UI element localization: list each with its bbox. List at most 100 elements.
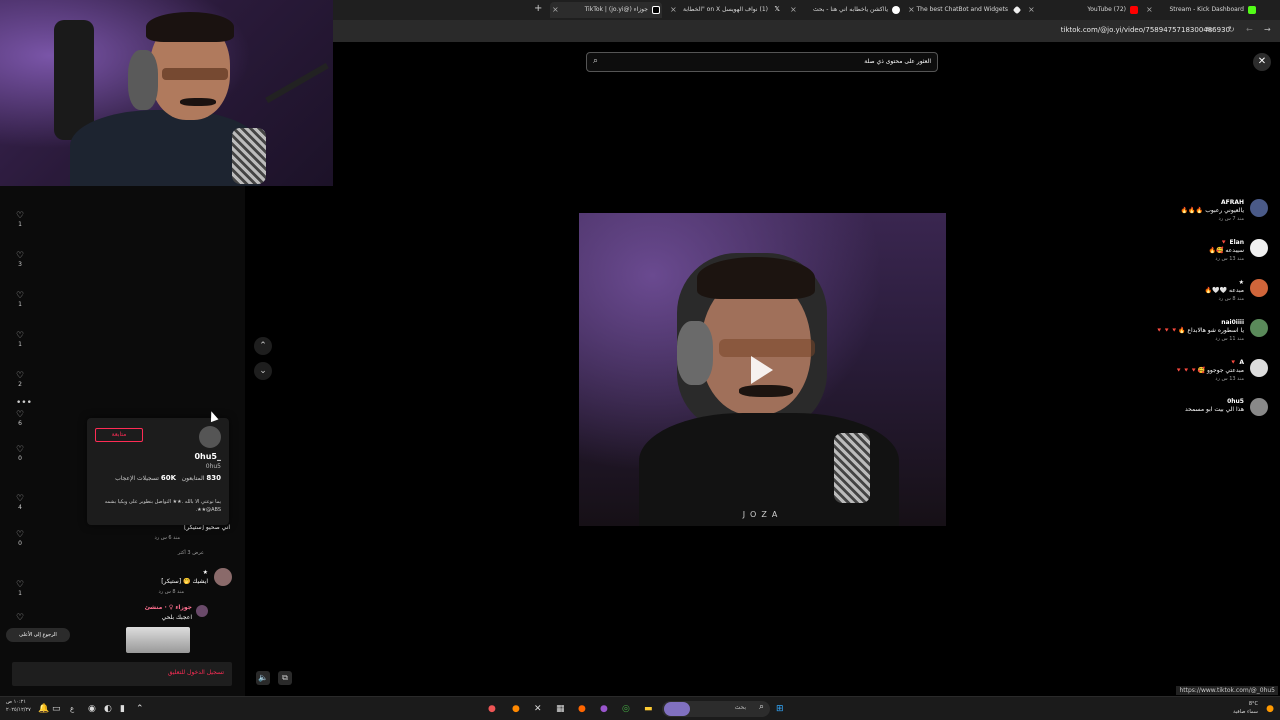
- close-tab-icon[interactable]: ×: [670, 2, 677, 18]
- avatar[interactable]: [214, 568, 232, 586]
- profile-username: 0hu5: [205, 463, 221, 470]
- url-field[interactable]: tiktok.com/@jo.yi/video/7589475718300486…: [1061, 26, 1230, 34]
- close-tab-icon[interactable]: ×: [1028, 2, 1035, 18]
- comment-image[interactable]: [126, 627, 190, 653]
- avatar[interactable]: [199, 426, 221, 448]
- clock[interactable]: ١٠:٢١ ص ٢٠٢٥/١٢/٢٧: [6, 698, 31, 714]
- like-button[interactable]: ♡ 0: [12, 530, 28, 547]
- reload-icon[interactable]: ↻: [1228, 25, 1235, 34]
- like-button[interactable]: ♡: [12, 613, 28, 623]
- commenter-name[interactable]: ★: [203, 569, 208, 576]
- like-button[interactable]: ♡ 1: [12, 331, 28, 348]
- like-count: 6: [18, 420, 22, 427]
- avatar[interactable]: [1250, 319, 1268, 337]
- like-button[interactable]: ♡ 1: [12, 291, 28, 308]
- comment-text: يا اسطوره شو هالابداع 🔥🔻🔻🔻: [1155, 327, 1244, 334]
- view-more-replies[interactable]: عرض 3 أكثر: [178, 550, 204, 556]
- avatar[interactable]: [1250, 398, 1268, 416]
- search-input[interactable]: ⌕ العثور على محتوى ذي صلة: [586, 52, 938, 72]
- app-icon-red[interactable]: ●: [488, 700, 496, 718]
- close-video-button[interactable]: ✕: [1253, 53, 1271, 71]
- close-tab-icon[interactable]: ×: [908, 2, 915, 18]
- profile-display-name[interactable]: 0hu5_: [194, 452, 221, 461]
- weather-desc: سماء صافية: [1233, 709, 1258, 715]
- close-tab-icon[interactable]: ×: [790, 2, 797, 18]
- like-count: 4: [18, 504, 22, 511]
- x-app-icon[interactable]: ✕: [534, 700, 542, 718]
- tab-label: Stream - Kick Dashboard: [1169, 6, 1244, 13]
- search-query: العثور على محتوى ذي صلة: [864, 58, 931, 65]
- like-button[interactable]: ♡ 4: [12, 494, 28, 511]
- commenter-name[interactable]: Elan 🔻: [1220, 239, 1244, 246]
- taskbar-search-input[interactable]: بحث ⌕: [662, 701, 770, 717]
- tab-tiktok[interactable]: × جوزاء (@jo.yi) | TikTok: [550, 2, 662, 18]
- weather-widget[interactable]: 8°C سماء صافية: [1233, 700, 1258, 716]
- avatar[interactable]: [1250, 279, 1268, 297]
- forward-icon[interactable]: →: [1264, 25, 1271, 34]
- back-to-top-button[interactable]: الرجوع إلى الأعلى: [6, 628, 70, 642]
- tab-x[interactable]: × (1) نواف الهويسل on X "الخطابة 𝕏: [668, 2, 782, 18]
- comment-time: منذ 8 س رد: [1218, 296, 1244, 302]
- more-options-icon[interactable]: •••: [16, 398, 32, 408]
- commenter-name[interactable]: ★: [1239, 279, 1244, 286]
- next-video-button[interactable]: ⌄: [254, 362, 272, 380]
- tab-chatbot[interactable]: × The best ChatBot and Widgets: [906, 2, 1022, 18]
- speaker-icon[interactable]: ◐: [104, 700, 112, 718]
- like-button[interactable]: ♡ 1: [12, 580, 28, 597]
- gaming-chair: [54, 20, 94, 140]
- network-icon[interactable]: ◉: [88, 700, 96, 718]
- search-icon[interactable]: ⌕: [593, 56, 598, 66]
- avatar[interactable]: [1250, 359, 1268, 377]
- like-button[interactable]: ♡ 1: [12, 211, 28, 228]
- volume-button[interactable]: 🔈: [256, 671, 270, 685]
- chrome-icon[interactable]: ◎: [622, 700, 630, 718]
- chevron-up-icon[interactable]: ⌃: [136, 700, 144, 718]
- commenter-name[interactable]: AFRAH: [1221, 199, 1244, 206]
- firefox-icon[interactable]: ●: [578, 700, 586, 718]
- login-prompt-text[interactable]: تسجيل الدخول للتعليق: [168, 669, 224, 676]
- app-icon-orange[interactable]: ●: [512, 700, 520, 718]
- notifications-icon[interactable]: 🔔: [38, 700, 49, 718]
- picture-in-picture-button[interactable]: ⧉: [278, 671, 292, 685]
- discord-icon[interactable]: ●: [600, 700, 608, 718]
- like-button[interactable]: ♡ 6: [12, 410, 28, 427]
- follow-button[interactable]: متابعة: [95, 428, 143, 442]
- like-button[interactable]: ♡ 3: [12, 251, 28, 268]
- site-settings-icon[interactable]: ⇆: [1206, 25, 1213, 34]
- desktop-icon[interactable]: ▭: [52, 700, 61, 718]
- tab-kick[interactable]: × Stream - Kick Dashboard: [1144, 2, 1258, 18]
- status-url-hint: https://www.tiktok.com/@_0hu5: [1176, 686, 1278, 695]
- close-tab-icon[interactable]: ×: [552, 2, 559, 18]
- list-item: A 🔻 مبدعتي جوجوو 🥰🔻🔻🔻 منذ 13 س رد: [1068, 359, 1268, 387]
- like-button[interactable]: ♡ 2: [12, 371, 28, 388]
- previous-video-button[interactable]: ⌃: [254, 337, 272, 355]
- battery-icon[interactable]: ▮: [120, 700, 125, 718]
- avatar[interactable]: [1250, 199, 1268, 217]
- avatar[interactable]: [1250, 239, 1268, 257]
- login-to-comment-bar[interactable]: تسجيل الدخول للتعليق: [12, 662, 232, 686]
- like-button[interactable]: ♡ 0: [12, 445, 28, 462]
- tab-youtube[interactable]: × (72) YouTube: [1026, 2, 1140, 18]
- commenter-name[interactable]: nai0iiii: [1221, 319, 1244, 326]
- like-count: 1: [18, 221, 22, 228]
- play-icon[interactable]: [751, 356, 773, 384]
- file-explorer-icon[interactable]: ▬: [644, 700, 653, 718]
- heart-icon: ♡: [15, 445, 25, 455]
- app-icon-grid[interactable]: ▦: [556, 700, 565, 718]
- avatar[interactable]: [196, 605, 208, 617]
- commenter-name[interactable]: 0hu5: [1227, 398, 1244, 405]
- back-icon[interactable]: ←: [1246, 25, 1253, 34]
- profile-bio: يما نوعتي الا بالله .★★ التواصل بنطوبر ع…: [104, 499, 221, 513]
- heart-icon: ♡: [15, 331, 25, 341]
- tab-google-search[interactable]: × يااكشن ياخطابه اني هنا - بحث: [788, 2, 902, 18]
- new-tab-icon[interactable]: +: [534, 3, 542, 14]
- commenter-name[interactable]: A 🔻: [1230, 359, 1244, 366]
- close-tab-icon[interactable]: ×: [1146, 2, 1153, 18]
- start-icon[interactable]: ⊞: [776, 700, 784, 718]
- comment-time: منذ 13 س رد: [1215, 376, 1244, 382]
- video-player[interactable]: JOZA: [579, 213, 946, 526]
- creator-name[interactable]: جوزاء ♀ · منشئ: [145, 604, 192, 611]
- language-indicator[interactable]: ع: [70, 700, 74, 718]
- sunglasses: [162, 68, 228, 80]
- comment-text: اني صحيو [ستيكر]: [184, 524, 230, 531]
